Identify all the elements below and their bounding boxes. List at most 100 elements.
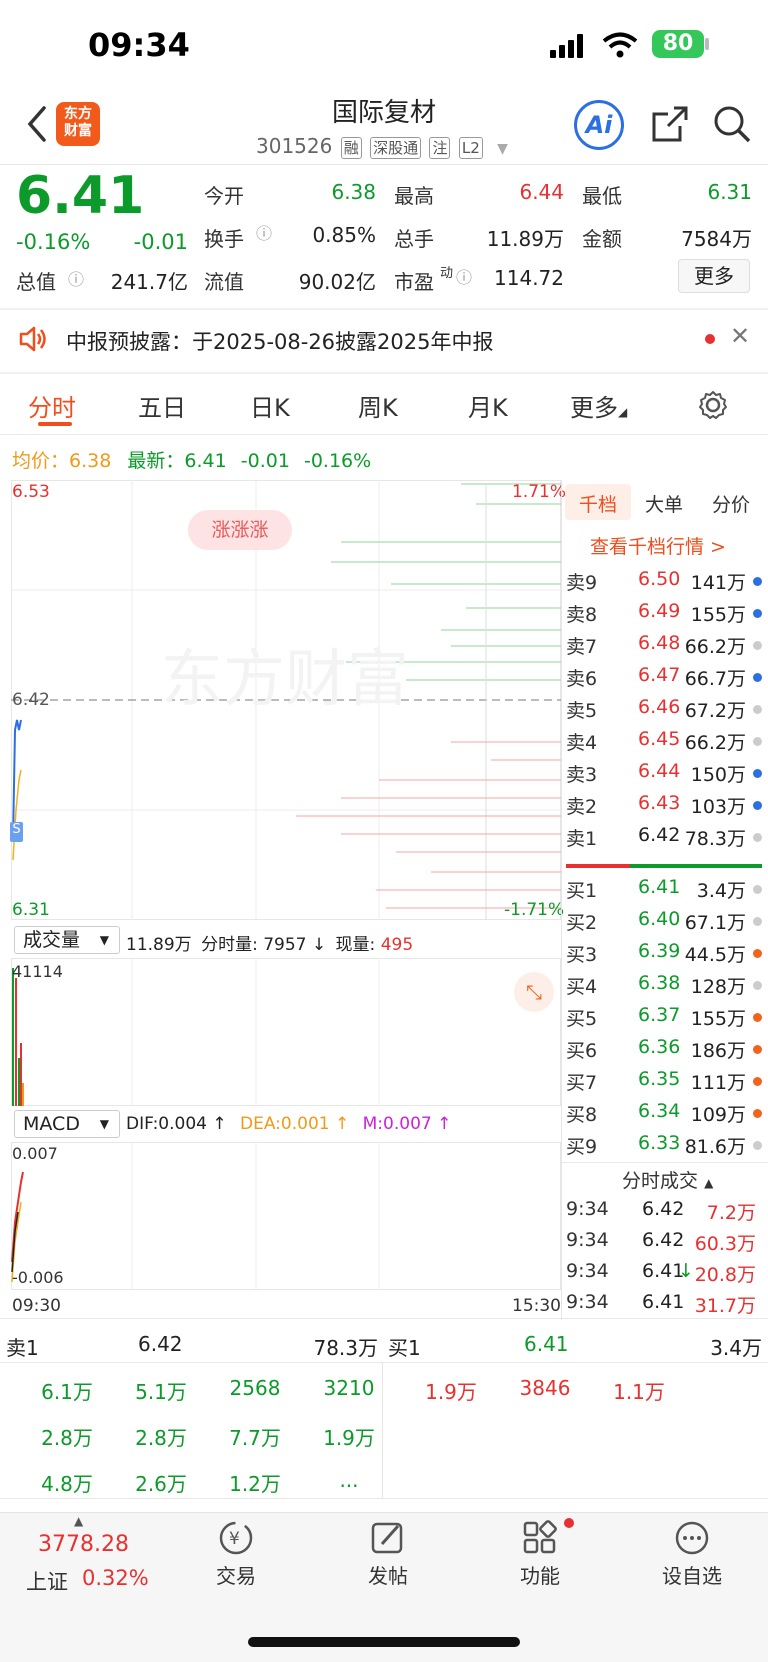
ask-row[interactable]: 卖8 6.49 155万 bbox=[566, 600, 762, 628]
nav-add-watchlist[interactable]: 设自选 bbox=[642, 1560, 742, 1589]
stock-code-row[interactable]: 301526 融 深股通 注 L2 ▼ bbox=[256, 134, 508, 159]
volume-max-label: 41114 bbox=[12, 962, 63, 981]
search-icon[interactable] bbox=[712, 104, 752, 144]
notice-text[interactable]: 中报预披露：于2025-08-26披露2025年中报 bbox=[66, 326, 493, 356]
ask-dot bbox=[753, 769, 762, 778]
ask-dot bbox=[753, 609, 762, 618]
more-dots-icon[interactable] bbox=[674, 1520, 710, 1556]
trade-time: 9:34 bbox=[566, 1260, 609, 1282]
buy-queue-cell: 1.1万 bbox=[613, 1380, 665, 1404]
stock-code: 301526 bbox=[256, 134, 333, 158]
index-value[interactable]: 3778.28 bbox=[38, 1532, 129, 1557]
volume-indicator-select[interactable]: 成交量 ▼ bbox=[14, 926, 120, 954]
bid-volume: 81.6万 bbox=[684, 1136, 746, 1158]
ask-volume: 78.3万 bbox=[684, 828, 746, 850]
amount-label: 金额 bbox=[582, 227, 622, 251]
bid-volume: 186万 bbox=[690, 1040, 746, 1062]
notice-dot bbox=[705, 334, 715, 344]
tab-daily-k[interactable]: 日K bbox=[250, 388, 290, 423]
ask-row[interactable]: 卖9 6.50 141万 bbox=[566, 568, 762, 596]
bid-row[interactable]: 买3 6.39 44.5万 bbox=[566, 940, 762, 968]
tab-depth[interactable]: 千档 bbox=[579, 490, 617, 517]
expand-icon[interactable]: ⤡ bbox=[514, 972, 554, 1012]
share-icon[interactable] bbox=[650, 104, 690, 144]
tab-big-orders[interactable]: 大单 bbox=[645, 490, 683, 517]
ask-price: 6.42 bbox=[638, 824, 681, 846]
info-icon[interactable]: ⓘ bbox=[456, 264, 472, 288]
ask-row[interactable]: 卖5 6.46 67.2万 bbox=[566, 696, 762, 724]
trade-time: 9:34 bbox=[566, 1291, 609, 1313]
bid-dot bbox=[753, 1077, 762, 1086]
nav-function[interactable]: 功能 bbox=[490, 1560, 590, 1589]
tab-five-day[interactable]: 五日 bbox=[138, 388, 186, 423]
ask-volume: 66.2万 bbox=[684, 636, 746, 658]
more-button[interactable]: 更多 bbox=[678, 259, 750, 293]
ask-row[interactable]: 卖3 6.44 150万 bbox=[566, 760, 762, 788]
tab-intraday[interactable]: 分时 bbox=[28, 388, 76, 423]
apps-icon[interactable] bbox=[522, 1520, 558, 1556]
svg-text:¥: ¥ bbox=[229, 1529, 240, 1549]
compose-icon[interactable] bbox=[370, 1520, 406, 1556]
bid-row[interactable]: 买8 6.34 109万 bbox=[566, 1100, 762, 1128]
depth-quote-link[interactable]: 查看千档行情 > bbox=[590, 532, 726, 559]
bid-volume: 44.5万 bbox=[684, 944, 746, 966]
volume-chart[interactable] bbox=[11, 958, 561, 1106]
ask-volume: 103万 bbox=[690, 796, 746, 818]
nav-post[interactable]: 发帖 bbox=[338, 1560, 438, 1589]
time-start: 09:30 bbox=[12, 1296, 61, 1316]
ask-row[interactable]: 卖2 6.43 103万 bbox=[566, 792, 762, 820]
bid-dot bbox=[753, 917, 762, 926]
queue-sell-label: 卖1 bbox=[6, 1336, 39, 1360]
close-icon[interactable]: ✕ bbox=[730, 322, 750, 350]
trade-price: 6.42 bbox=[642, 1229, 685, 1251]
bid-row[interactable]: 买2 6.40 67.1万 bbox=[566, 908, 762, 936]
bid-row[interactable]: 买5 6.37 155万 bbox=[566, 1004, 762, 1032]
bid-row[interactable]: 买6 6.36 186万 bbox=[566, 1036, 762, 1064]
nav-trade[interactable]: 交易 bbox=[186, 1560, 286, 1589]
ask-row[interactable]: 卖1 6.42 78.3万 bbox=[566, 824, 762, 852]
info-icon[interactable]: ⓘ bbox=[68, 266, 84, 290]
ask-label: 卖4 bbox=[566, 732, 598, 754]
trade-volume: 7.2万 bbox=[706, 1202, 756, 1224]
info-icon[interactable]: ⓘ bbox=[256, 220, 272, 244]
macd-chart[interactable] bbox=[11, 1142, 561, 1290]
ai-button[interactable]: Ai bbox=[574, 100, 624, 150]
bid-row[interactable]: 买1 6.41 3.4万 bbox=[566, 876, 762, 904]
tab-price-distribution[interactable]: 分价 bbox=[712, 490, 750, 517]
bid-row[interactable]: 买4 6.38 128万 bbox=[566, 972, 762, 1000]
float-label: 流值 bbox=[204, 270, 244, 294]
macd-bottom-label: -0.006 bbox=[12, 1268, 64, 1287]
bid-volume: 3.4万 bbox=[696, 880, 746, 902]
index-pct[interactable]: 0.32% bbox=[82, 1566, 149, 1590]
ask-row[interactable]: 卖7 6.48 66.2万 bbox=[566, 632, 762, 660]
bid-label: 买7 bbox=[566, 1072, 598, 1094]
tab-weekly-k[interactable]: 周K bbox=[358, 388, 398, 423]
price-mid-label: 6.42 bbox=[12, 690, 50, 710]
bid-row[interactable]: 买7 6.35 111万 bbox=[566, 1068, 762, 1096]
battery-indicator: 80 bbox=[652, 30, 704, 58]
bid-row[interactable]: 买9 6.33 81.6万 bbox=[566, 1132, 762, 1160]
settings-icon[interactable] bbox=[698, 390, 728, 420]
speaker-icon bbox=[19, 326, 46, 352]
ask-label: 卖2 bbox=[566, 796, 598, 818]
pe-label: 市盈 bbox=[394, 270, 434, 294]
open-label: 今开 bbox=[204, 184, 244, 208]
ask-price: 6.47 bbox=[638, 664, 681, 686]
ask-row[interactable]: 卖4 6.45 66.2万 bbox=[566, 728, 762, 756]
tab-monthly-k[interactable]: 月K bbox=[468, 388, 508, 423]
queue-buy-vol: 3.4万 bbox=[710, 1336, 762, 1360]
turnover-value: 0.85% bbox=[312, 223, 376, 247]
sell-queue-cell: 7.7万 bbox=[229, 1426, 281, 1450]
trades-title[interactable]: 分时成交 ▲ bbox=[622, 1166, 713, 1193]
current-price: 6.41 bbox=[16, 166, 145, 226]
tab-more[interactable]: 更多◢ bbox=[570, 388, 627, 423]
bid-price: 6.41 bbox=[638, 876, 681, 898]
macd-indicator-select[interactable]: MACD ▼ bbox=[14, 1110, 120, 1138]
hot-badge[interactable]: 涨涨涨 bbox=[188, 510, 292, 550]
price-chart[interactable]: 东方财富 bbox=[11, 480, 561, 920]
trade-icon[interactable]: ¥ bbox=[218, 1520, 254, 1556]
index-name[interactable]: 上证 bbox=[26, 1566, 68, 1596]
ask-row[interactable]: 卖6 6.47 66.7万 bbox=[566, 664, 762, 692]
sell-queue-cell: 6.1万 bbox=[41, 1380, 93, 1404]
bid-price: 6.37 bbox=[638, 1004, 681, 1026]
